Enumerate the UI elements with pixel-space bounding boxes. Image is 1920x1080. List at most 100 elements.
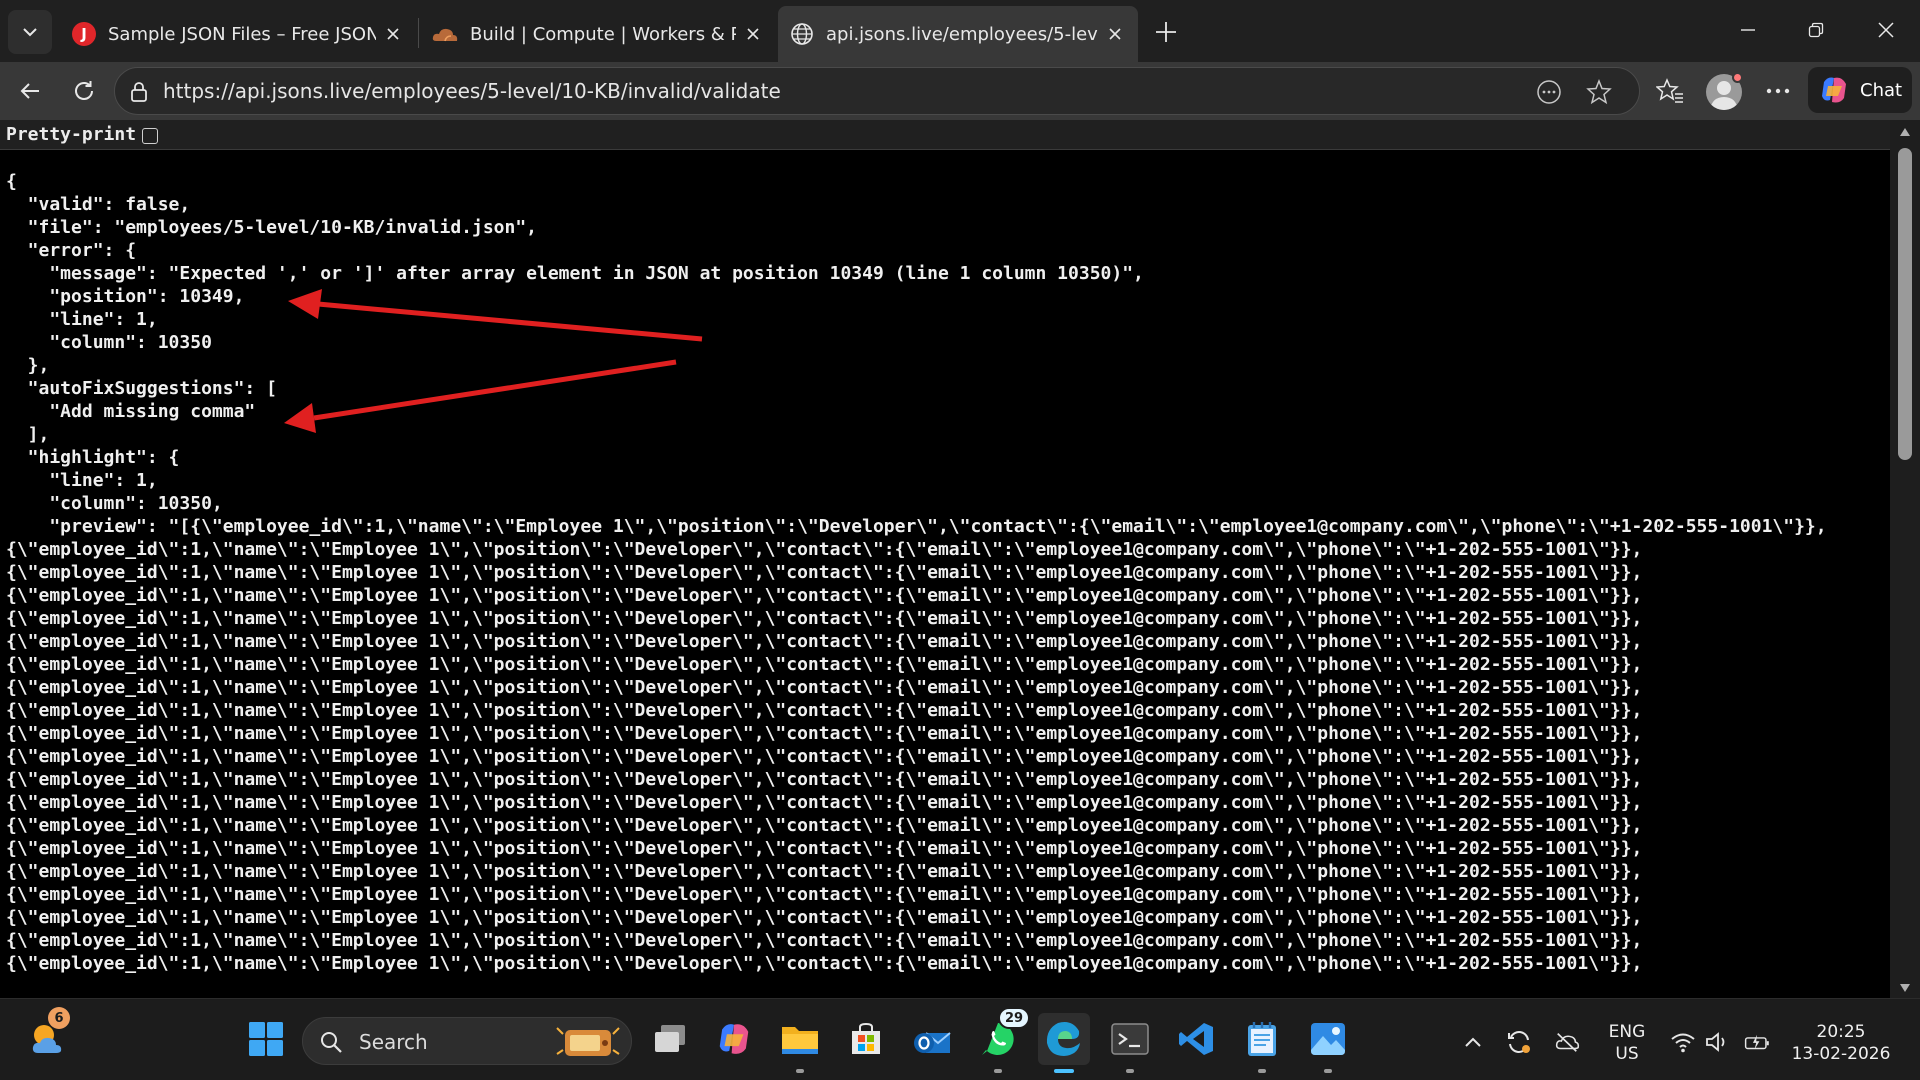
notification-dot: [1732, 72, 1743, 83]
notepad-app[interactable]: [1236, 1013, 1288, 1065]
vscode-app[interactable]: [1170, 1013, 1222, 1065]
taskbar-search[interactable]: Search: [302, 1017, 632, 1065]
task-view-icon: [655, 1025, 685, 1052]
lock-icon: [131, 82, 147, 102]
search-label: Search: [359, 1030, 428, 1054]
vscode-icon: [1179, 1023, 1213, 1055]
restore-button[interactable]: [1792, 8, 1840, 52]
tab-close-button[interactable]: [382, 23, 404, 45]
edge-icon: [1046, 1022, 1080, 1056]
close-icon: [1109, 28, 1121, 40]
copilot-app[interactable]: [708, 1013, 760, 1065]
show-hidden-icons-button[interactable]: [1460, 1029, 1486, 1055]
json-line: "column": 10350: [6, 332, 212, 353]
chat-label: Chat: [1860, 79, 1903, 101]
language-indicator[interactable]: ENG US: [1594, 1021, 1660, 1065]
pretty-print-label: Pretty-print: [6, 124, 137, 145]
running-indicator: [796, 1069, 804, 1073]
json-line: "error": {: [6, 240, 137, 261]
json-line: {: [6, 171, 17, 192]
volume-button[interactable]: [1704, 1029, 1730, 1055]
triangle-up-icon: [1900, 128, 1910, 136]
date-label: 13-02-2026: [1791, 1044, 1891, 1064]
close-icon: [747, 28, 759, 40]
json-line: "highlight": {: [6, 447, 180, 468]
scrollbar-thumb[interactable]: [1898, 148, 1912, 460]
close-icon: [1878, 22, 1894, 38]
json-line: {\"employee_id\":1,\"name\":\"Employee 1…: [6, 723, 1643, 744]
minimize-button[interactable]: [1724, 8, 1772, 52]
tab-actions-button[interactable]: [8, 10, 52, 54]
address-bar[interactable]: https://api.jsons.live/employees/5-level…: [114, 67, 1640, 115]
start-button[interactable]: [240, 1013, 292, 1065]
json-line: {\"employee_id\":1,\"name\":\"Employee 1…: [6, 907, 1643, 928]
copilot-icon: [719, 1024, 749, 1054]
tab-sample-json-files[interactable]: J Sample JSON Files – Free JSON Exa: [60, 10, 416, 58]
whatsapp-badge: 29: [998, 1007, 1031, 1029]
json-line: "line": 1,: [6, 309, 158, 330]
restore-icon: [1808, 22, 1824, 38]
settings-and-more-button[interactable]: [1758, 71, 1798, 111]
json-line: {\"employee_id\":1,\"name\":\"Employee 1…: [6, 562, 1643, 583]
tab-api-jsons-live[interactable]: api.jsons.live/employees/5-level/10: [778, 6, 1138, 62]
terminal-app[interactable]: [1104, 1013, 1156, 1065]
back-button[interactable]: [8, 69, 52, 113]
chevron-down-icon: [23, 28, 37, 37]
clock[interactable]: 20:25 13-02-2026: [1780, 1021, 1902, 1065]
speaker-icon: [1706, 1032, 1725, 1052]
time-label: 20:25: [1816, 1022, 1866, 1042]
json-line: "file": "employees/5-level/10-KB/invalid…: [6, 217, 538, 238]
add-favorite-button[interactable]: [1583, 76, 1615, 108]
new-tab-button[interactable]: [1146, 12, 1186, 52]
outlook-app[interactable]: [906, 1013, 958, 1065]
browser-toolbar: https://api.jsons.live/employees/5-level…: [0, 62, 1920, 120]
json-line: "autoFixSuggestions": [: [6, 378, 277, 399]
microsoft-store-app[interactable]: [840, 1013, 892, 1065]
tab-build-compute[interactable]: Build | Compute | Workers & Pages: [420, 10, 776, 58]
scroll-up-button[interactable]: [1897, 124, 1913, 140]
tab-title: Sample JSON Files – Free JSON Exa: [108, 23, 376, 45]
sync-status-button[interactable]: [1506, 1029, 1532, 1055]
search-highlight-icon: [556, 1027, 620, 1056]
wifi-button[interactable]: [1670, 1029, 1696, 1055]
json-line: "preview": "[{\"employee_id\":1,\"name\"…: [6, 516, 1827, 537]
json-line: "valid": false,: [6, 194, 191, 215]
running-indicator: [1324, 1069, 1332, 1073]
scroll-down-button[interactable]: [1897, 980, 1913, 996]
json-line: {\"employee_id\":1,\"name\":\"Employee 1…: [6, 953, 1643, 974]
task-view-button[interactable]: [644, 1013, 696, 1065]
cloud-icon: [432, 28, 458, 42]
plus-icon: [1156, 22, 1176, 42]
photos-icon: [1311, 1023, 1345, 1055]
edge-app[interactable]: [1038, 1013, 1090, 1065]
favorites-button[interactable]: [1650, 71, 1690, 111]
json-line: {\"employee_id\":1,\"name\":\"Employee 1…: [6, 861, 1643, 882]
json-line: {\"employee_id\":1,\"name\":\"Employee 1…: [6, 930, 1643, 951]
photos-app[interactable]: [1302, 1013, 1354, 1065]
json-line: {\"employee_id\":1,\"name\":\"Employee 1…: [6, 585, 1643, 606]
running-indicator: [994, 1069, 1002, 1073]
outlook-icon: [914, 1032, 951, 1053]
json-line: {\"employee_id\":1,\"name\":\"Employee 1…: [6, 838, 1643, 859]
favorites-icon: [1656, 78, 1683, 103]
sync-icon: [1508, 1031, 1530, 1053]
json-line: "line": 1,: [6, 470, 158, 491]
url-text: https://api.jsons.live/employees/5-level…: [163, 79, 781, 103]
star-plus-icon: [1586, 79, 1612, 105]
copilot-chat-button[interactable]: Chat: [1808, 67, 1912, 113]
json-line: ],: [6, 424, 50, 445]
region-label: US: [1615, 1044, 1639, 1064]
more-circle-icon: [1537, 80, 1561, 104]
reading-view-button[interactable]: [1533, 76, 1565, 108]
tab-title: api.jsons.live/employees/5-level/10: [826, 23, 1098, 45]
tab-close-button[interactable]: [1104, 23, 1126, 45]
file-explorer-app[interactable]: [774, 1013, 826, 1065]
battery-button[interactable]: [1744, 1029, 1770, 1055]
json-line: {\"employee_id\":1,\"name\":\"Employee 1…: [6, 631, 1643, 652]
close-window-button[interactable]: [1862, 8, 1910, 52]
search-icon: [321, 1032, 342, 1053]
pretty-print-checkbox[interactable]: [142, 128, 158, 144]
refresh-button[interactable]: [62, 69, 106, 113]
tab-close-button[interactable]: [742, 23, 764, 45]
onedrive-offline-button[interactable]: [1554, 1029, 1580, 1055]
